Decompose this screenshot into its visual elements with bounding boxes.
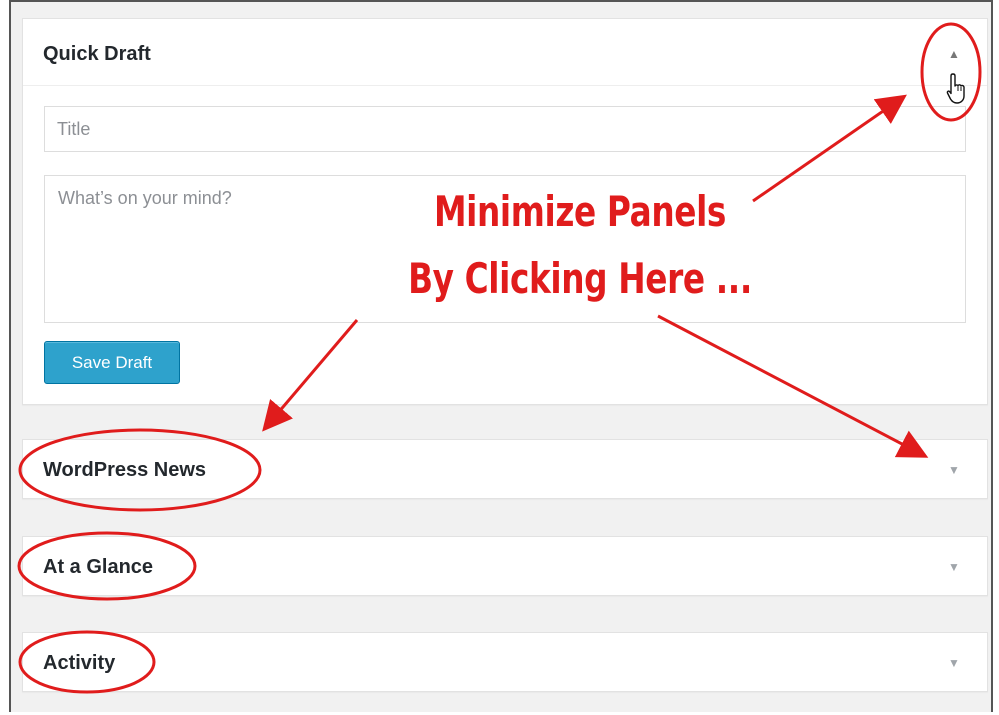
- triangle-down-icon: ▼: [948, 463, 960, 477]
- quick-draft-title: Quick Draft: [43, 43, 151, 65]
- at-a-glance-toggle-button[interactable]: ▼: [939, 552, 969, 582]
- at-a-glance-title: At a Glance: [43, 556, 154, 578]
- triangle-down-icon: ▼: [948, 656, 960, 670]
- wordpress-news-toggle-button[interactable]: ▼: [939, 455, 969, 485]
- quick-draft-toggle-button[interactable]: ▲: [939, 39, 969, 69]
- at-a-glance-panel[interactable]: At a Glance ▼: [22, 536, 988, 596]
- activity-toggle-button[interactable]: ▼: [939, 648, 969, 678]
- triangle-up-icon: ▲: [948, 47, 960, 61]
- triangle-down-icon: ▼: [948, 560, 960, 574]
- activity-panel[interactable]: Activity ▼: [22, 632, 988, 692]
- draft-title-input[interactable]: [44, 106, 966, 152]
- annotation-line-2: By Clicking Here ...: [408, 254, 752, 303]
- save-draft-button[interactable]: Save Draft: [44, 341, 180, 384]
- annotation-line-1: Minimize Panels: [433, 187, 727, 236]
- wordpress-news-title: WordPress News: [43, 459, 207, 481]
- quick-draft-header[interactable]: Quick Draft ▲: [23, 19, 987, 86]
- activity-title: Activity: [43, 652, 116, 674]
- wordpress-news-panel[interactable]: WordPress News ▼: [22, 439, 988, 499]
